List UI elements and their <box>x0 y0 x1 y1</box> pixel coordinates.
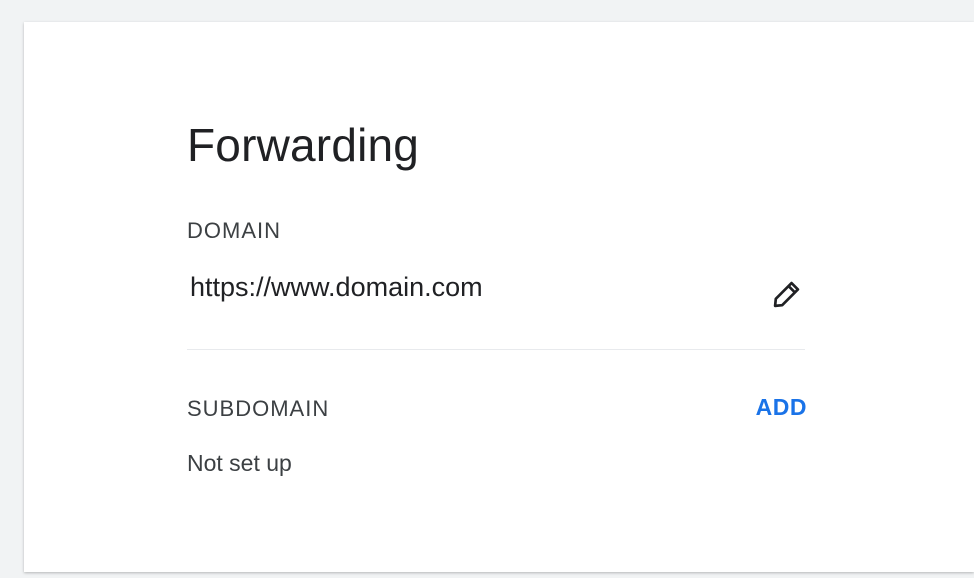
subdomain-label: SUBDOMAIN <box>187 396 330 421</box>
page-title: Forwarding <box>187 119 420 171</box>
forwarding-card: Forwarding DOMAIN https://www.domain.com… <box>24 22 974 572</box>
section-divider <box>187 349 805 350</box>
pencil-icon <box>773 281 800 308</box>
edit-domain-button[interactable] <box>767 274 807 314</box>
subdomain-value: Not set up <box>187 450 292 476</box>
domain-label: DOMAIN <box>187 218 281 243</box>
domain-value: https://www.domain.com <box>190 272 483 302</box>
add-subdomain-button[interactable]: ADD <box>756 394 807 421</box>
